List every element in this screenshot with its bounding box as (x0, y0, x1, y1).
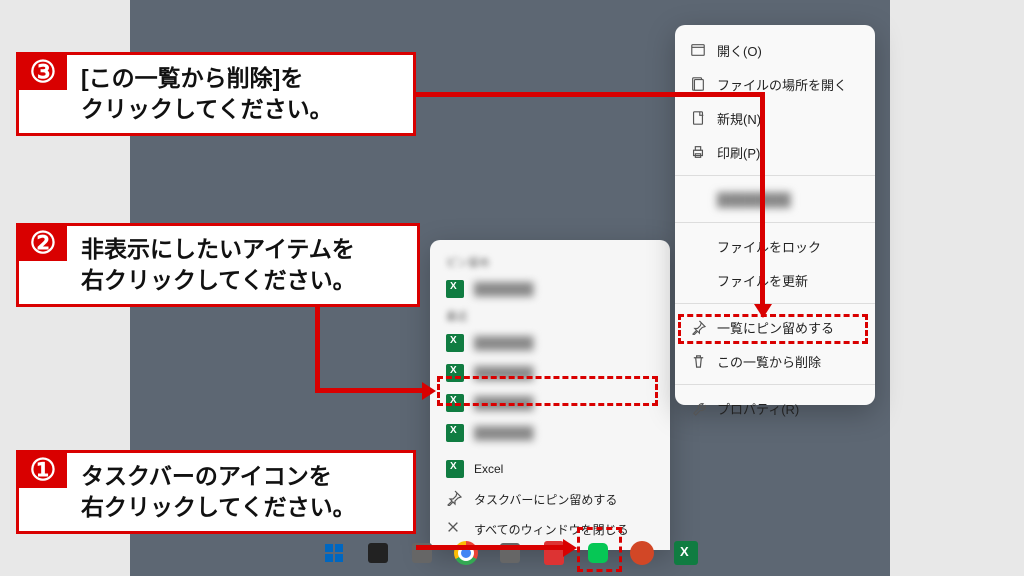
excel-file-icon (446, 334, 464, 352)
ctx-properties-label: プロパティ(R) (717, 399, 799, 418)
ctx-lock-label: ファイルをロック (717, 237, 821, 256)
taskbar-excel-button[interactable] (669, 536, 703, 570)
taskbar-app-button[interactable] (361, 536, 395, 570)
excel-icon (446, 460, 464, 478)
ctx-refresh[interactable]: ファイルを更新 (675, 263, 875, 297)
ctx-properties[interactable]: プロパティ(R) (675, 391, 875, 425)
print-icon (689, 143, 707, 161)
jumplist-section-title: 最近 (430, 304, 670, 328)
arrow-segment (315, 388, 425, 393)
folder-icon (689, 75, 707, 93)
callout-text: タスクバーのアイコンを 右クリックしてください。 (67, 453, 370, 531)
callout-1: ① タスクバーのアイコンを 右クリックしてください。 (16, 450, 416, 534)
ctx-separator (675, 175, 875, 176)
ctx-lock[interactable]: ファイルをロック (675, 229, 875, 263)
context-menu: 開く(O) ファイルの場所を開く 新規(N) 印刷(P) ████████ ファ… (675, 25, 875, 405)
ctx-print[interactable]: 印刷(P) (675, 135, 875, 169)
taskbar (130, 536, 890, 570)
jumplist-pin-item[interactable]: タスクバーにピン留めする (430, 484, 670, 514)
arrow-head-right (422, 382, 436, 400)
callout-text: [この一覧から削除]を クリックしてください。 (67, 55, 347, 133)
jumplist-recent-item[interactable]: ███████ (430, 274, 670, 304)
jumplist-item-label: ███████ (474, 282, 534, 296)
jumplist-pin-label: タスクバーにピン留めする (474, 491, 617, 508)
arrow-segment (315, 304, 320, 390)
wrench-icon (689, 399, 707, 417)
highlight-jumplist-item (437, 376, 658, 406)
ctx-separator (675, 222, 875, 223)
jumplist-app-item[interactable]: Excel (430, 454, 670, 484)
highlight-ctx-remove (678, 314, 868, 344)
excel-file-icon (446, 424, 464, 442)
ctx-separator (675, 384, 875, 385)
trash-icon (689, 352, 707, 370)
ctx-new-label: 新規(N) (717, 109, 761, 128)
jumplist-item-label: ███████ (474, 426, 534, 440)
arrow-segment (416, 92, 765, 97)
arrow-segment (416, 545, 566, 550)
jumplist-recent-item[interactable]: ███████ (430, 328, 670, 358)
pin-icon (446, 490, 464, 508)
excel-file-icon (446, 280, 464, 298)
arrow-head-down (754, 304, 772, 318)
jumplist-recent-item[interactable]: ███████ (430, 418, 670, 448)
window-icon (689, 41, 707, 59)
callout-number: ③ (19, 55, 67, 90)
ctx-open-label: 開く(O) (717, 41, 762, 60)
taskbar-chrome-button[interactable] (449, 536, 483, 570)
jumplist-item-label: ███████ (474, 336, 534, 350)
ctx-open-location-label: ファイルの場所を開く (717, 75, 847, 94)
ctx-open[interactable]: 開く(O) (675, 33, 875, 67)
callout-3: ③ [この一覧から削除]を クリックしてください。 (16, 52, 416, 136)
jumplist-app-label: Excel (474, 462, 503, 476)
new-file-icon (689, 109, 707, 127)
jumplist-section-title: ピン留め (430, 250, 670, 274)
callout-number: ① (19, 453, 67, 488)
callout-2: ② 非表示にしたいアイテムを 右クリックしてください。 (16, 223, 420, 307)
ctx-new[interactable]: 新規(N) (675, 101, 875, 135)
arrow-head-right (563, 539, 577, 557)
ctx-separator (675, 303, 875, 304)
ctx-remove-label: この一覧から削除 (717, 352, 821, 371)
taskbar-app-button[interactable] (493, 536, 527, 570)
ctx-remove[interactable]: この一覧から削除 (675, 344, 875, 378)
callout-number: ② (19, 226, 67, 261)
highlight-taskbar-excel (577, 527, 622, 572)
taskbar-start-button[interactable] (317, 536, 351, 570)
taskbar-app-button[interactable] (405, 536, 439, 570)
ctx-blurred-item[interactable]: ████████ (675, 182, 875, 216)
arrow-segment (760, 92, 765, 307)
callout-text: 非表示にしたいアイテムを 右クリックしてください。 (67, 226, 370, 304)
ctx-print-label: 印刷(P) (717, 143, 760, 162)
taskbar-powerpoint-button[interactable] (625, 536, 659, 570)
